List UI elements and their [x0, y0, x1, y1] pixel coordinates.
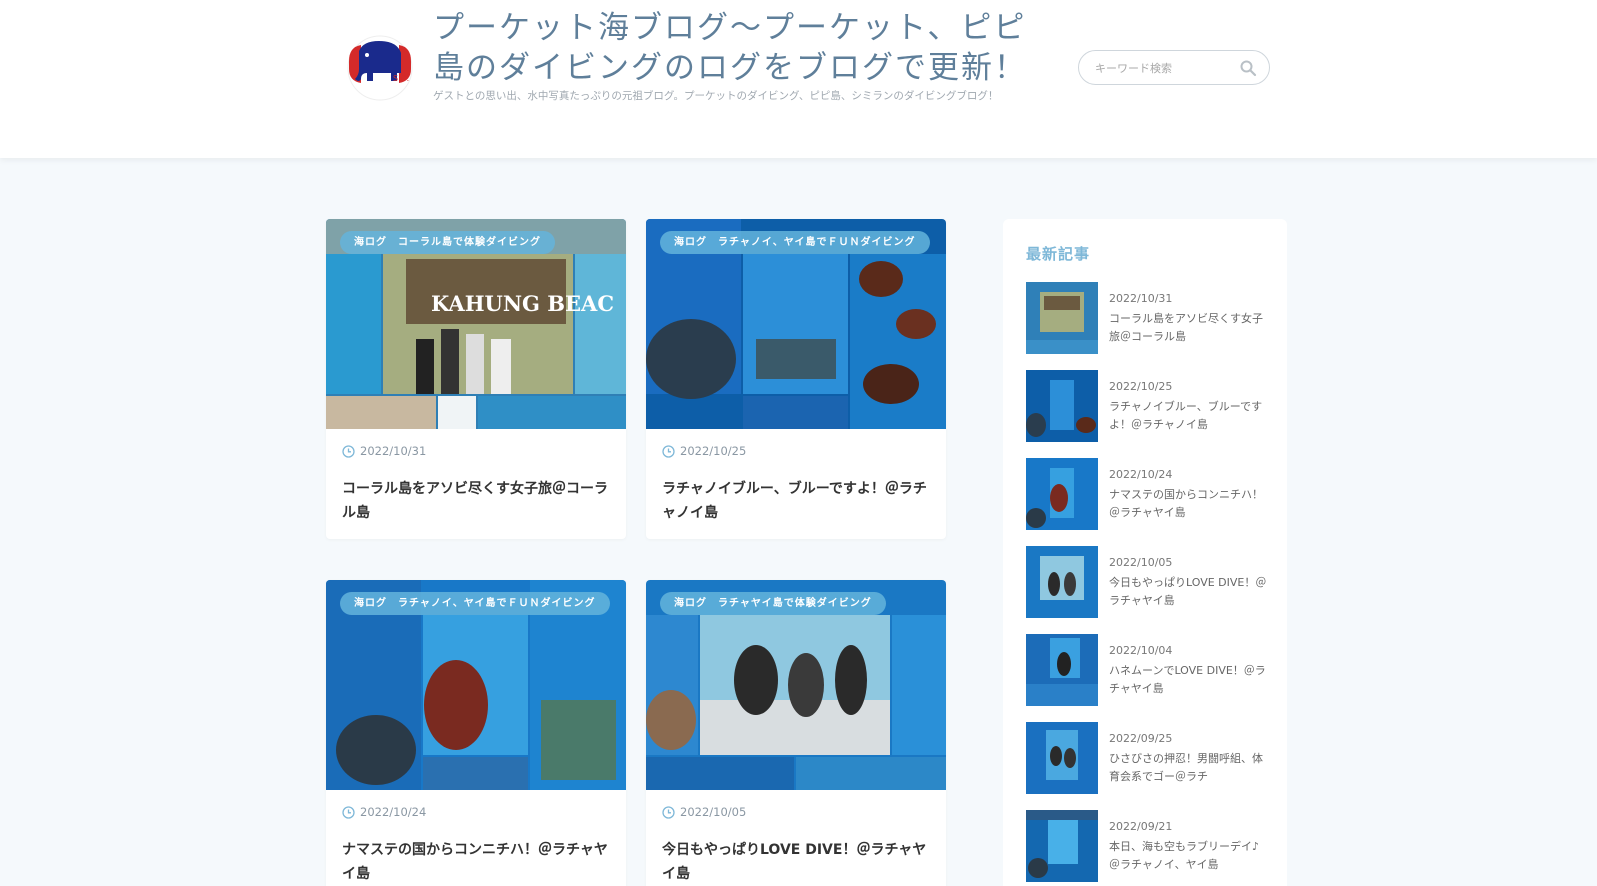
photo-thumbnail-icon	[1026, 546, 1098, 618]
recent-post-date: 2022/09/25	[1109, 732, 1173, 745]
recent-post-title[interactable]: ナマステの国からコンニチハ！＠ラチャヤイ島	[1109, 486, 1269, 522]
recent-post-item[interactable]: 2022/10/24 ナマステの国からコンニチハ！＠ラチャヤイ島	[1026, 458, 1271, 530]
post-date-text: 2022/10/25	[680, 444, 747, 458]
category-label[interactable]: 海ログ コーラル島で体験ダイビング	[340, 231, 555, 254]
recent-post-title[interactable]: ハネムーンでLOVE DIVE！＠ラチャヤイ島	[1109, 662, 1269, 698]
post-title[interactable]: ラチャノイブルー、ブルーですよ！＠ラチャノイ島	[662, 477, 932, 525]
site-title[interactable]: プーケット海ブログ〜プーケット、ピピ島のダイビングのログをブログで更新！	[433, 8, 1033, 88]
search-icon[interactable]	[1239, 59, 1257, 77]
recent-post-item[interactable]: 2022/10/25 ラチャノイブルー、ブルーですよ！＠ラチャノイ島	[1026, 370, 1271, 442]
recent-post-date: 2022/10/05	[1109, 556, 1173, 569]
post-card[interactable]: 海ログ ラチャノイ、ヤイ島でＦＵＮダイビング 2022/10/25 ラチャノイブ…	[646, 219, 946, 539]
search-box	[1078, 50, 1270, 85]
clock-icon	[342, 805, 355, 819]
site-tagline: ゲストとの思い出、水中写真たっぷりの元祖ブログ。プーケットのダイビング、ピピ島、…	[433, 90, 999, 102]
recent-post-date: 2022/09/21	[1109, 820, 1173, 833]
post-date: 2022/10/05	[662, 805, 746, 819]
site-logo[interactable]: S.O.	[341, 33, 419, 103]
recent-post-item[interactable]: 2022/10/31 コーラル島をアソビ尽くす女子旅＠コーラル島	[1026, 282, 1271, 354]
recent-post-item[interactable]: 2022/10/04 ハネムーンでLOVE DIVE！＠ラチャヤイ島	[1026, 634, 1271, 706]
post-date: 2022/10/24	[342, 805, 426, 819]
site-header: S.O. プーケット海ブログ〜プーケット、ピピ島のダイビングのログをブログで更新…	[0, 0, 1597, 158]
elephant-logo-icon: S.O.	[347, 35, 413, 101]
photo-thumbnail-icon	[1026, 282, 1098, 354]
recent-post-thumbnail[interactable]	[1026, 282, 1098, 354]
recent-post-title[interactable]: 今日もやっぱりLOVE DIVE！＠ラチャヤイ島	[1109, 574, 1269, 610]
recent-post-thumbnail[interactable]	[1026, 810, 1098, 882]
recent-post-item[interactable]: 2022/10/05 今日もやっぱりLOVE DIVE！＠ラチャヤイ島	[1026, 546, 1271, 618]
post-card[interactable]: 海ログ ラチャヤイ島で体験ダイビング 2022/10/05 今日もやっぱりLOV…	[646, 580, 946, 886]
category-label[interactable]: 海ログ ラチャヤイ島で体験ダイビング	[660, 592, 886, 615]
recent-post-thumbnail[interactable]	[1026, 370, 1098, 442]
recent-post-item[interactable]: 2022/09/21 本日、海も空もラブリーデイ♪＠ラチャノイ、ヤイ島	[1026, 810, 1271, 882]
recent-post-title[interactable]: ラチャノイブルー、ブルーですよ！＠ラチャノイ島	[1109, 398, 1269, 434]
recent-post-date: 2022/10/04	[1109, 644, 1173, 657]
photo-thumbnail-icon	[1026, 458, 1098, 530]
recent-post-thumbnail[interactable]	[1026, 634, 1098, 706]
post-date-text: 2022/10/31	[360, 444, 427, 458]
sidebar-title: 最新記事	[1026, 245, 1091, 263]
post-date-text: 2022/10/05	[680, 805, 747, 819]
post-title[interactable]: コーラル島をアソビ尽くす女子旅＠コーラル島	[342, 477, 612, 525]
recent-post-title[interactable]: 本日、海も空もラブリーデイ♪＠ラチャノイ、ヤイ島	[1109, 838, 1269, 874]
recent-post-thumbnail[interactable]	[1026, 546, 1098, 618]
recent-post-item[interactable]: 2022/09/25 ひさびさの押忍！男闘呼組、体育会系でゴー＠ラチ	[1026, 722, 1271, 794]
category-label[interactable]: 海ログ ラチャノイ、ヤイ島でＦＵＮダイビング	[660, 231, 930, 254]
recent-post-title[interactable]: ひさびさの押忍！男闘呼組、体育会系でゴー＠ラチ	[1109, 750, 1269, 786]
photo-thumbnail-icon	[1026, 722, 1098, 794]
photo-thumbnail-icon	[1026, 810, 1098, 882]
post-date-text: 2022/10/24	[360, 805, 427, 819]
recent-post-thumbnail[interactable]	[1026, 722, 1098, 794]
post-date: 2022/10/25	[662, 444, 746, 458]
recent-post-date: 2022/10/24	[1109, 468, 1173, 481]
post-title[interactable]: ナマステの国からコンニチハ！＠ラチャヤイ島	[342, 838, 612, 886]
recent-post-date: 2022/10/25	[1109, 380, 1173, 393]
sidebar-recent-posts: 最新記事 2022/10/31 コーラル島をアソビ尽くす女子旅＠コーラル島 20…	[1003, 219, 1287, 886]
post-thumbnail[interactable]: 海ログ ラチャノイ、ヤイ島でＦＵＮダイビング	[326, 580, 626, 790]
recent-post-title[interactable]: コーラル島をアソビ尽くす女子旅＠コーラル島	[1109, 310, 1269, 346]
search-input[interactable]	[1095, 59, 1235, 77]
clock-icon	[662, 444, 675, 458]
recent-post-date: 2022/10/31	[1109, 292, 1173, 305]
clock-icon	[342, 444, 355, 458]
post-thumbnail[interactable]: 海ログ ラチャノイ、ヤイ島でＦＵＮダイビング	[646, 219, 946, 429]
post-thumbnail[interactable]: 海ログ ラチャヤイ島で体験ダイビング	[646, 580, 946, 790]
post-date: 2022/10/31	[342, 444, 426, 458]
beach-sign-text: KAHUNG BEAC	[431, 291, 614, 316]
logo-lettering: S.O.	[393, 74, 409, 83]
photo-thumbnail-icon	[1026, 370, 1098, 442]
photo-thumbnail-icon	[1026, 634, 1098, 706]
clock-icon	[662, 805, 675, 819]
post-thumbnail[interactable]: KAHUNG BEAC 海ログ コーラル島で体験ダイビング	[326, 219, 626, 429]
category-label[interactable]: 海ログ ラチャノイ、ヤイ島でＦＵＮダイビング	[340, 592, 610, 615]
recent-post-thumbnail[interactable]	[1026, 458, 1098, 530]
post-card[interactable]: 海ログ ラチャノイ、ヤイ島でＦＵＮダイビング 2022/10/24 ナマステの国…	[326, 580, 626, 886]
post-title[interactable]: 今日もやっぱりLOVE DIVE！＠ラチャヤイ島	[662, 838, 932, 886]
post-card[interactable]: KAHUNG BEAC 海ログ コーラル島で体験ダイビング 2022/10/31…	[326, 219, 626, 539]
